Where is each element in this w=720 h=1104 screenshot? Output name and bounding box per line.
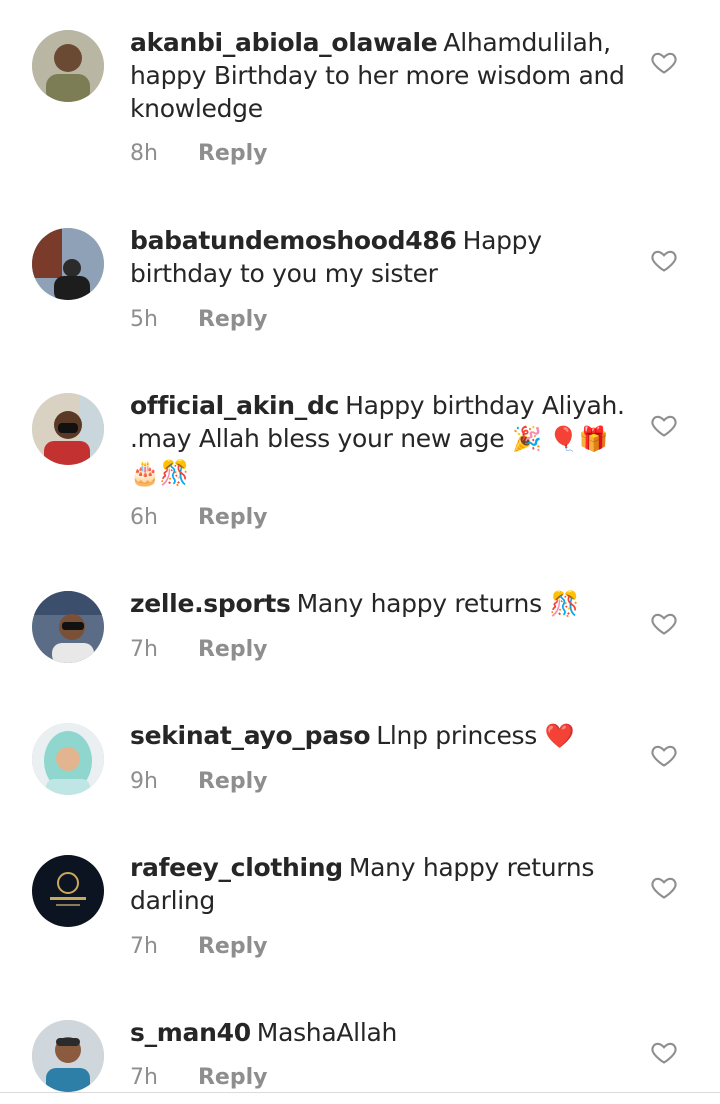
comment-time: 5h	[130, 307, 158, 332]
comment-time: 7h	[130, 934, 158, 959]
reply-button[interactable]: Reply	[198, 307, 268, 332]
comment-meta: 6h Reply	[130, 505, 267, 530]
avatar[interactable]	[32, 393, 104, 465]
comment-meta: 9h Reply	[130, 769, 267, 794]
avatar[interactable]	[32, 591, 104, 663]
comment-text: babatundemoshood486 Happy birthday to you…	[130, 224, 630, 290]
avatar[interactable]	[32, 1020, 104, 1092]
avatar[interactable]	[32, 723, 104, 795]
comment-username[interactable]: zelle.sports	[130, 589, 291, 618]
heart-icon[interactable]	[650, 246, 678, 274]
reply-button[interactable]: Reply	[198, 1065, 268, 1090]
comment-username[interactable]: s_man40	[130, 1018, 251, 1047]
comment-time: 8h	[130, 141, 158, 166]
comment-body: Llnp princess	[376, 721, 537, 750]
heart-icon[interactable]	[650, 741, 678, 769]
comment-body: Many happy returns	[296, 589, 542, 618]
comment-text: official_akin_dc Happy birthday Aliyah. .…	[130, 389, 630, 490]
comment-time: 9h	[130, 769, 158, 794]
comment-meta: 7h Reply	[130, 637, 267, 662]
comment-username[interactable]: akanbi_abiola_olawale	[130, 28, 438, 57]
comment-text: akanbi_abiola_olawale Alhamdulilah, happy…	[130, 26, 630, 125]
heart-icon[interactable]	[650, 48, 678, 76]
comment-meta: 7h Reply	[130, 1065, 267, 1090]
comment-time: 6h	[130, 505, 158, 530]
heart-icon[interactable]	[650, 1038, 678, 1066]
avatar[interactable]	[32, 228, 104, 300]
comment-username[interactable]: babatundemoshood486	[130, 226, 457, 255]
comment-meta: 5h Reply	[130, 307, 267, 332]
divider	[0, 1092, 720, 1093]
reply-button[interactable]: Reply	[198, 769, 268, 794]
comment-time: 7h	[130, 637, 158, 662]
comment-text: s_man40 MashaAllah	[130, 1016, 630, 1049]
heart-icon[interactable]	[650, 411, 678, 439]
comment-username[interactable]: sekinat_ayo_paso	[130, 721, 371, 750]
comment-username[interactable]: official_akin_dc	[130, 391, 339, 420]
comment-username[interactable]: rafeey_clothing	[130, 853, 343, 882]
heart-icon[interactable]	[650, 873, 678, 901]
comment-meta: 7h Reply	[130, 934, 267, 959]
emoji-text: 🎊	[549, 590, 580, 618]
comment-time: 7h	[130, 1065, 158, 1090]
comment-text: zelle.sports Many happy returns 🎊	[130, 587, 630, 621]
reply-button[interactable]: Reply	[198, 505, 268, 530]
comment-body: MashaAllah	[256, 1018, 398, 1047]
reply-button[interactable]: Reply	[198, 141, 268, 166]
comment-text: sekinat_ayo_paso Llnp princess ❤️	[130, 719, 630, 753]
reply-button[interactable]: Reply	[198, 637, 268, 662]
comment-text: rafeey_clothing Many happy returns darlin…	[130, 851, 630, 917]
avatar[interactable]	[32, 855, 104, 927]
reply-button[interactable]: Reply	[198, 934, 268, 959]
heart-icon[interactable]	[650, 609, 678, 637]
emoji-text: ❤️	[544, 722, 575, 750]
avatar[interactable]	[32, 30, 104, 102]
comment-meta: 8h Reply	[130, 141, 267, 166]
